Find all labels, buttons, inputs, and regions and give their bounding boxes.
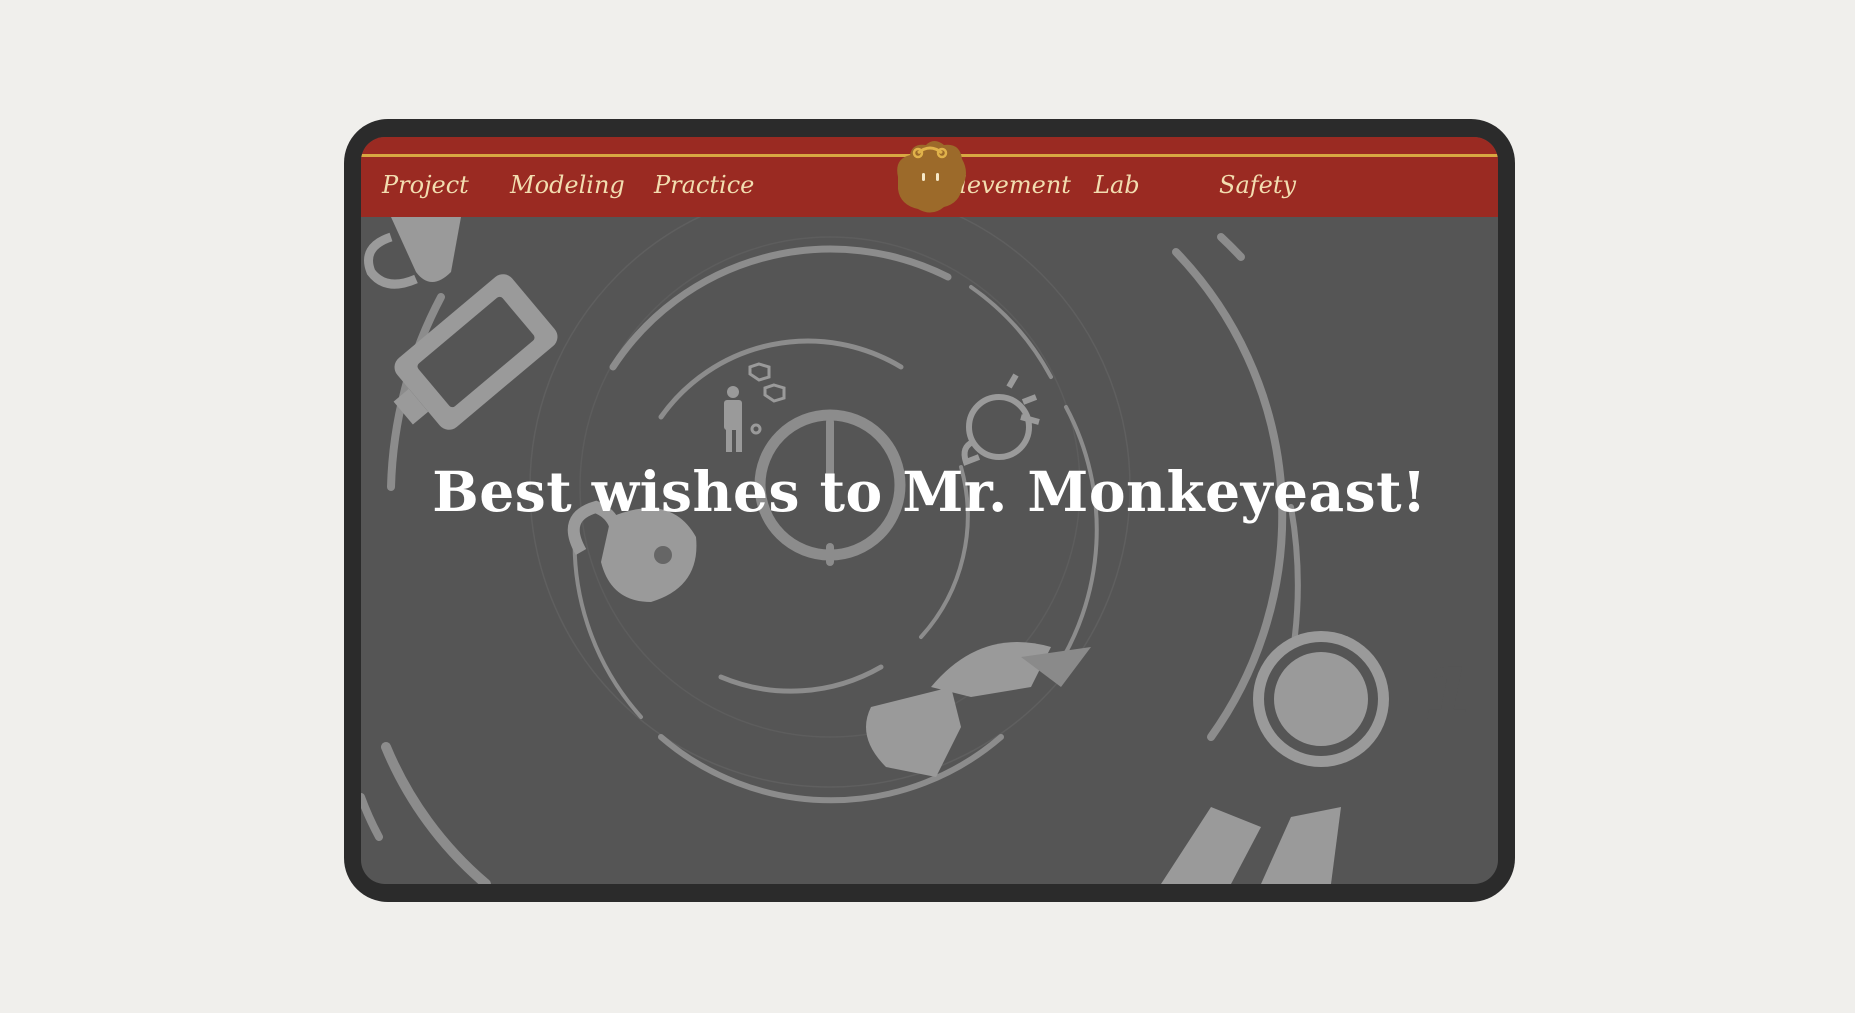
lightbulb-icon: [961, 373, 1040, 466]
middle-ring-arc: [658, 338, 904, 420]
medal-badge-number: 1: [1424, 652, 1475, 736]
hero-headline: Best wishes to Mr. Monkeyeast!: [432, 459, 1427, 524]
nav-item-safety[interactable]: Safety: [1219, 171, 1296, 199]
nav-item-project[interactable]: Project: [382, 171, 469, 199]
left-ring-arc: [381, 742, 491, 884]
screen: Project Modeling Practice Achievement La…: [361, 137, 1498, 884]
outer-ring-arc: [609, 245, 952, 371]
trophy-cup-icon: [364, 217, 461, 289]
nav-item-lab[interactable]: Lab: [1094, 171, 1140, 199]
battery-icon: [393, 274, 558, 430]
top-nav: Project Modeling Practice Achievement La…: [361, 137, 1498, 217]
right-ring-arc: [1217, 233, 1245, 261]
outer-ring-arc: [969, 285, 1053, 379]
middle-ring-arc: [718, 664, 884, 694]
background-artwork: [361, 217, 1389, 884]
medal-icon: [1161, 631, 1389, 884]
tablet-frame: Project Modeling Practice Achievement La…: [344, 119, 1515, 902]
left-ring-arc: [361, 793, 383, 841]
monkey-head-icon[interactable]: [890, 137, 970, 215]
nav-item-modeling[interactable]: Modeling: [510, 171, 625, 199]
nav-item-practice[interactable]: Practice: [654, 171, 754, 199]
